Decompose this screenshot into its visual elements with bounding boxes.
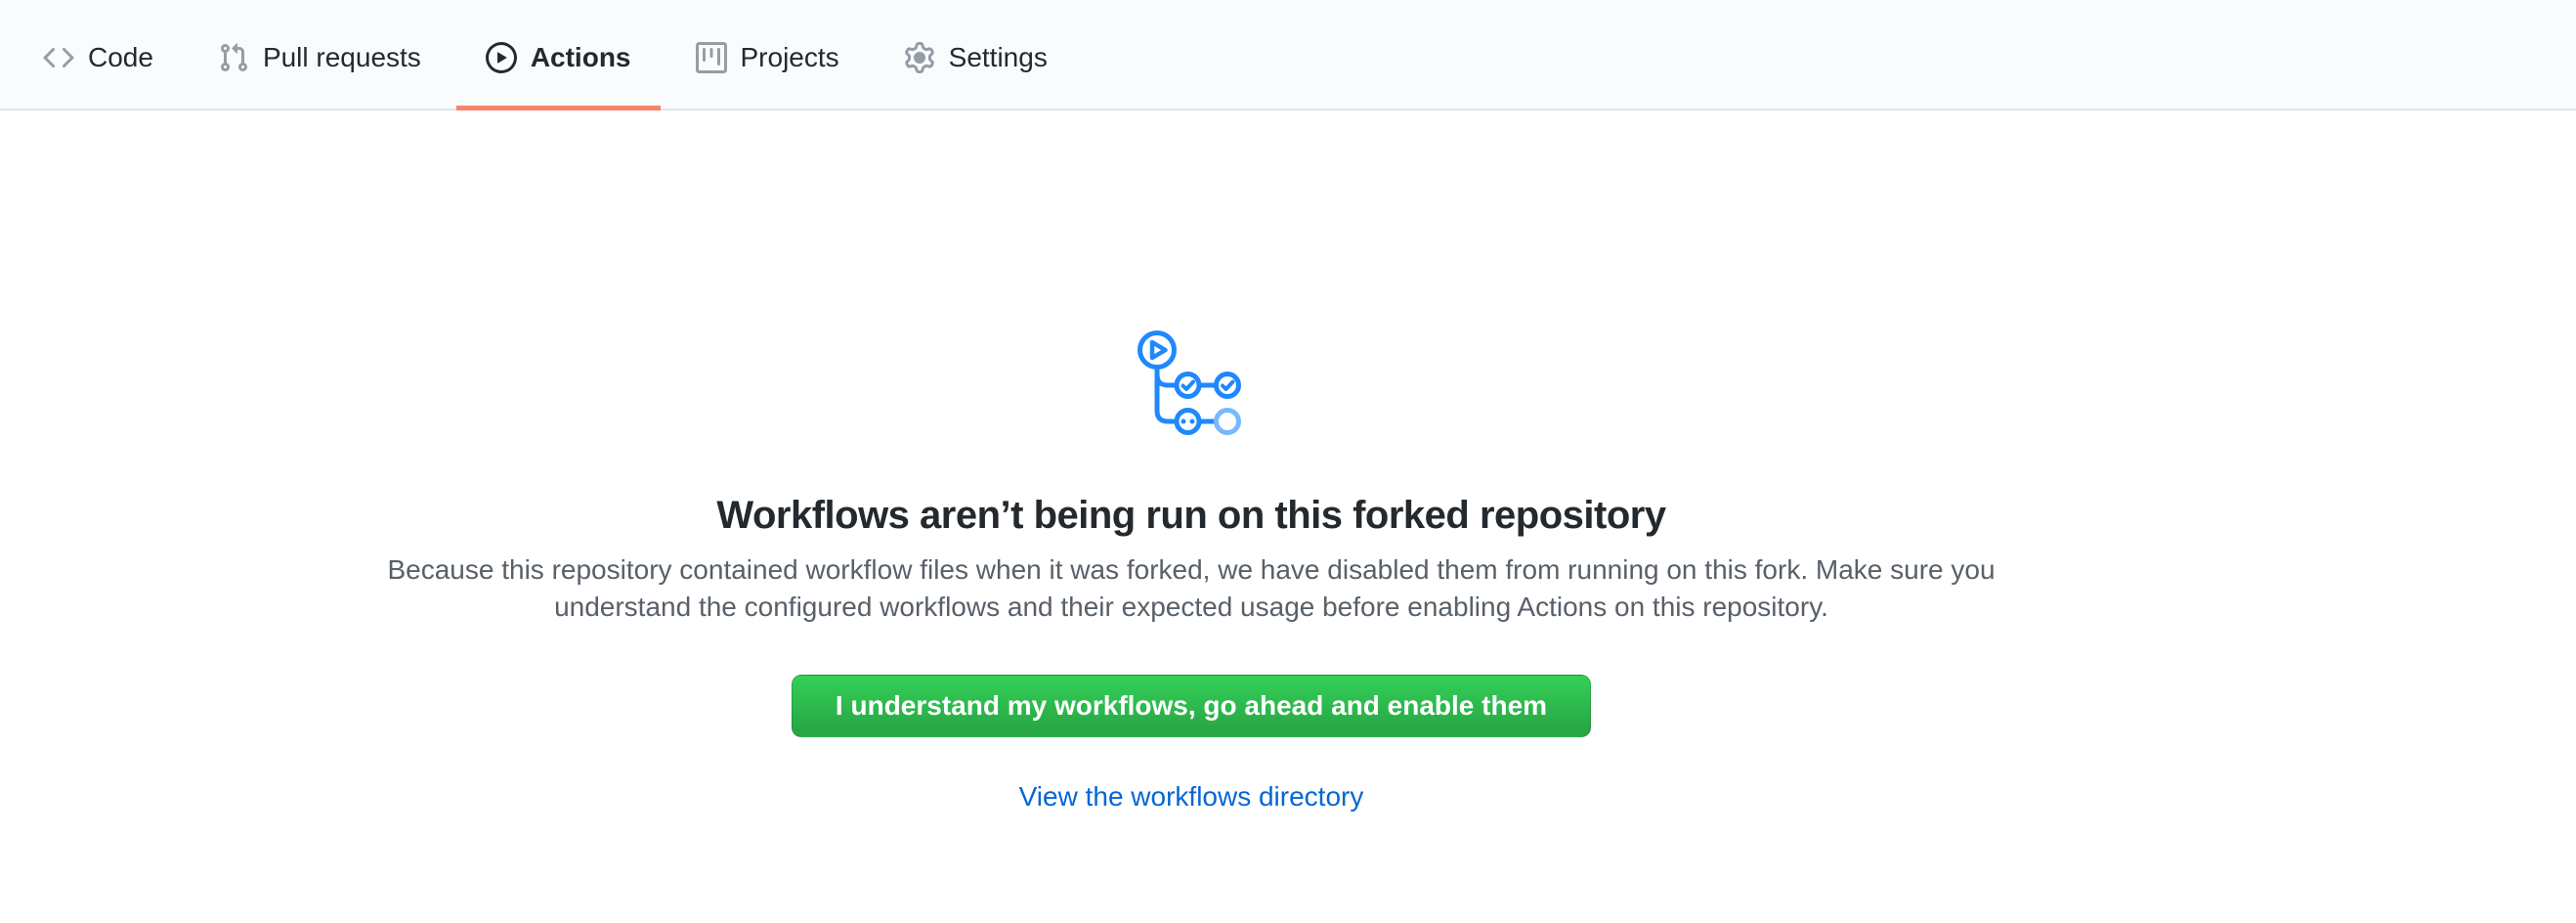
tab-actions-label: Actions [531, 44, 631, 71]
tab-projects-label: Projects [741, 44, 839, 71]
actions-disabled-page: Workflows aren’t being run on this forke… [0, 110, 2576, 921]
blankslate-description: Because this repository contained workfl… [380, 551, 2002, 626]
git-pull-request-icon [218, 42, 249, 73]
blankslate-heading: Workflows aren’t being run on this forke… [716, 491, 1665, 540]
tab-code-label: Code [88, 44, 153, 71]
enable-workflows-button[interactable]: I understand my workflows, go ahead and … [792, 675, 1591, 737]
tab-pull-requests-label: Pull requests [263, 44, 421, 71]
workflow-illustration-icon [1137, 329, 1247, 440]
repo-nav: Code Pull requests Actions Projects Sett… [0, 0, 2576, 110]
play-circle-icon [486, 42, 517, 73]
tab-pull-requests[interactable]: Pull requests [189, 0, 451, 109]
tab-actions[interactable]: Actions [456, 0, 661, 109]
gear-icon [904, 42, 935, 73]
code-icon [43, 42, 74, 73]
tab-settings[interactable]: Settings [875, 0, 1077, 109]
view-workflows-directory-link[interactable]: View the workflows directory [1019, 780, 1364, 813]
tab-projects[interactable]: Projects [666, 0, 869, 109]
project-board-icon [696, 42, 727, 73]
tab-settings-label: Settings [949, 44, 1048, 71]
tab-code[interactable]: Code [14, 0, 183, 109]
blankslate: Workflows aren’t being run on this forke… [331, 110, 2051, 813]
